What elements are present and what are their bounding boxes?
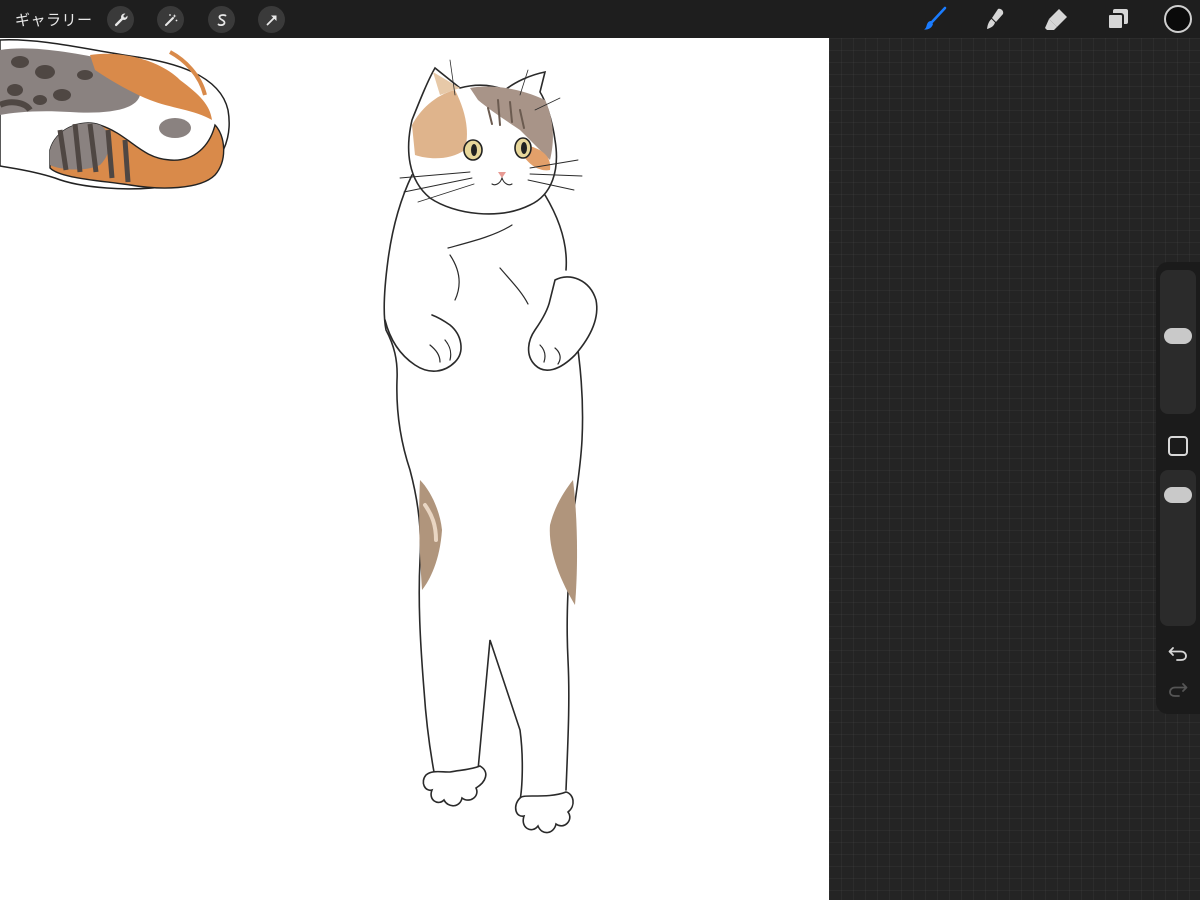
cat-drawing	[0, 39, 598, 834]
layers-icon	[1107, 9, 1128, 30]
selection-button[interactable]	[208, 6, 235, 33]
layers-button[interactable]	[1103, 4, 1133, 34]
arrow-cursor-icon	[266, 15, 276, 25]
color-picker-button[interactable]	[1164, 5, 1192, 33]
selection-icon	[217, 13, 226, 26]
undo-icon	[1168, 647, 1187, 661]
brush-size-thumb[interactable]	[1164, 328, 1192, 344]
brush-sidebar	[1156, 262, 1200, 714]
lying-cat-sketch	[0, 39, 230, 190]
gallery-button[interactable]: ギャラリー	[15, 9, 93, 30]
eraser-icon	[1045, 9, 1067, 30]
top-toolbar: ギャラリー	[0, 0, 1200, 38]
redo-button[interactable]	[1166, 680, 1190, 700]
magic-wand-icon	[164, 13, 177, 26]
brush-icon	[924, 6, 947, 30]
undo-button[interactable]	[1166, 644, 1190, 664]
opacity-slider[interactable]	[1160, 470, 1196, 626]
adjustments-button[interactable]	[157, 6, 184, 33]
workspace-background	[829, 38, 1200, 900]
eraser-tool-button[interactable]	[1042, 4, 1072, 34]
brush-size-slider[interactable]	[1160, 270, 1196, 414]
redo-icon	[1169, 683, 1188, 697]
standing-cat-sketch	[383, 59, 598, 834]
smudge-icon	[987, 8, 1004, 29]
transform-button[interactable]	[258, 6, 285, 33]
wrench-icon	[114, 12, 128, 26]
drawing-canvas[interactable]	[0, 38, 829, 900]
brush-tool-button[interactable]	[920, 4, 950, 34]
smudge-tool-button[interactable]	[980, 4, 1010, 34]
actions-button[interactable]	[107, 6, 134, 33]
modify-button-icon[interactable]	[1168, 436, 1188, 456]
opacity-thumb[interactable]	[1164, 487, 1192, 504]
